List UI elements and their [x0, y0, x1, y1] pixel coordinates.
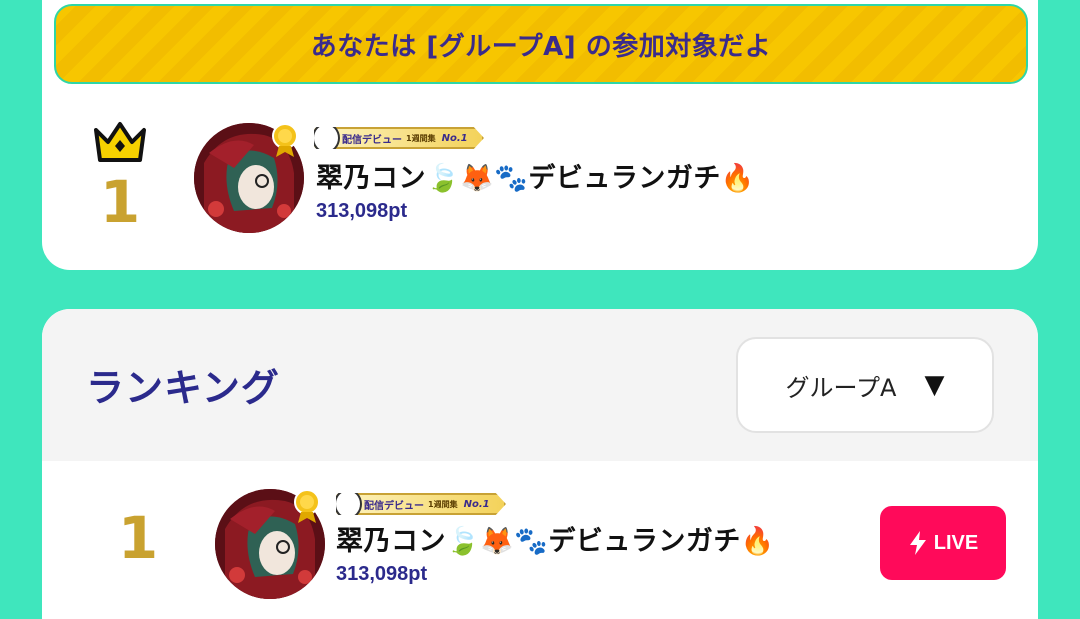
badge-main-text: 配信デビュー [364, 500, 424, 512]
ranking-row-points: 313,098pt [336, 563, 428, 585]
my-rank-number: 1 [99, 168, 141, 236]
user-name[interactable]: 翠乃コン🍃🦊🐾デビュランガチ🔥 [316, 156, 755, 195]
ranking-row-rank: 1 [117, 504, 159, 572]
user-points: 313,098pt [316, 200, 408, 222]
achievement-badge: 配信デビュー 1週間集 No.1 [336, 493, 506, 515]
medal-icon [272, 123, 298, 157]
badge-tag-text: No.1 [463, 498, 490, 510]
group-eligibility-banner: あなたは [グループA] の参加対象だよ [54, 4, 1028, 84]
badge-sub-text: 1週間集 [406, 133, 436, 143]
live-label: LIVE [933, 531, 979, 554]
lightning-icon [909, 531, 926, 555]
badge-mascot-icon [336, 493, 362, 515]
group-select[interactable]: グループA ▼ [736, 337, 994, 433]
ranking-row-name[interactable]: 翠乃コン🍃🦊🐾デビュランガチ🔥 [336, 519, 775, 558]
crown-icon [94, 122, 146, 162]
badge-main-text: 配信デビュー [342, 134, 402, 146]
group-select-value: グループA [785, 373, 897, 402]
group-eligibility-text: あなたは [グループA] の参加対象だよ [310, 31, 772, 62]
my-group-card: あなたは [グループA] の参加対象だよ 1 配信デビュー 1週間集 No.1 … [42, 0, 1038, 270]
achievement-badge: 配信デビュー 1週間集 No.1 [314, 127, 484, 149]
dropdown-triangle-icon: ▼ [924, 370, 945, 400]
medal-icon [294, 489, 320, 523]
my-rank: 1 [90, 118, 150, 238]
live-button[interactable]: LIVE [880, 506, 1006, 580]
badge-mascot-icon [314, 127, 340, 149]
ranking-title: ランキング [86, 366, 280, 410]
ranking-card: ランキング グループA ▼ 1 配信デビュー 1週間集 No.1 翠乃コン🍃🦊🐾… [42, 309, 1038, 619]
badge-tag-text: No.1 [441, 132, 468, 144]
badge-sub-text: 1週間集 [428, 499, 458, 509]
ranking-header: ランキング グループA ▼ [42, 309, 1038, 461]
